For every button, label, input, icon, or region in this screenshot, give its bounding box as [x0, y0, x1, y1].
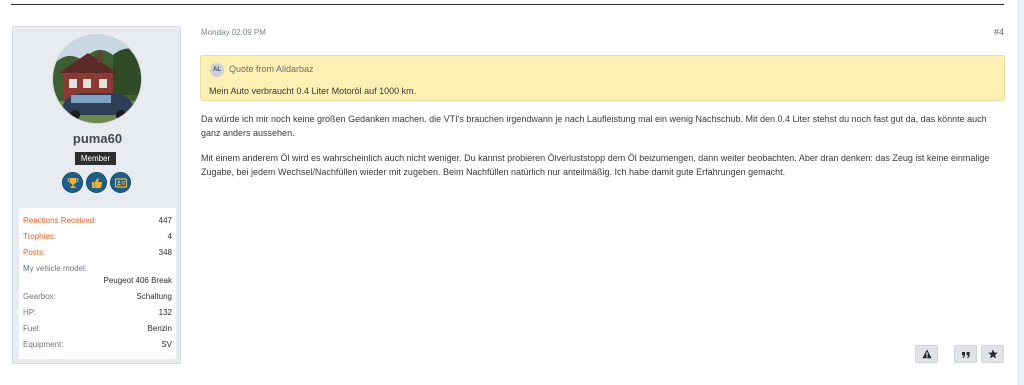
id-card-icon[interactable] [110, 172, 131, 193]
detail-value: SV [161, 340, 172, 349]
stat-value: 348 [158, 248, 172, 257]
quote-text: Mein Auto verbraucht 0.4 Liter Motoröl a… [209, 86, 417, 96]
avatar[interactable] [52, 34, 142, 124]
stat-label[interactable]: Trophies: [23, 230, 56, 243]
quote-author-avatar[interactable]: AL [210, 63, 224, 77]
quote-header[interactable]: Quote from Alidarbaz [229, 63, 314, 76]
page-scrollbar[interactable] [1018, 0, 1024, 385]
thumbs-up-icon[interactable] [86, 172, 107, 193]
quote-block: AL Quote from Alidarbaz Mein Auto verbra… [200, 55, 1005, 101]
top-divider [11, 4, 1004, 5]
username[interactable]: puma60 [13, 131, 182, 146]
trophy-icon[interactable] [62, 172, 83, 193]
stat-label[interactable]: Posts: [23, 246, 45, 259]
vehicle-model-value-row: Peugeot 406 Break [23, 274, 173, 287]
detail-label: Gearbox: [23, 292, 56, 301]
stat-trophies[interactable]: Trophies: 4 [23, 230, 172, 243]
stat-reactions-received[interactable]: Reactions Received: 447 [23, 214, 172, 227]
detail-equipment: Equipment: SV [23, 338, 172, 351]
stat-posts[interactable]: Posts: 348 [23, 246, 172, 259]
stat-value: 447 [158, 216, 172, 225]
bookmark-icon [988, 349, 998, 359]
bookmark-button[interactable] [981, 345, 1004, 363]
quote-button[interactable] [954, 345, 977, 363]
detail-hp: HP: 132 [23, 306, 172, 319]
user-sidebar: puma60 Member Reactions Received: 447 Tr… [12, 26, 181, 364]
post-permalink[interactable]: #4 [994, 27, 1004, 37]
detail-label: Equipment: [23, 340, 64, 349]
detail-value: 132 [158, 308, 172, 317]
detail-fuel: Fuel: Benzin [23, 322, 172, 335]
vehicle-model-value: Peugeot 406 Break [103, 276, 173, 285]
detail-gearbox: Gearbox: Schaltung [23, 290, 172, 303]
post-date[interactable]: Monday 02:09 PM [201, 28, 266, 37]
report-icon [922, 349, 932, 359]
stat-value: 4 [167, 232, 172, 241]
detail-value: Benzin [147, 324, 172, 333]
post-paragraph: Mit einem anderem Öl wird es wahrscheinl… [201, 153, 990, 177]
user-stats-panel: Reactions Received: 447 Trophies: 4 Post… [19, 208, 176, 359]
post-paragraph: Da würde ich mir noch keine großen Gedan… [201, 114, 987, 138]
stat-label[interactable]: Reactions Received: [23, 214, 96, 227]
quote-icon [962, 352, 970, 358]
report-button[interactable] [915, 345, 938, 363]
detail-label: Fuel: [23, 324, 41, 333]
user-rank-badge: Member [75, 152, 116, 165]
detail-label: HP: [23, 308, 37, 317]
user-badges [62, 172, 132, 194]
detail-value: Schaltung [136, 292, 172, 301]
